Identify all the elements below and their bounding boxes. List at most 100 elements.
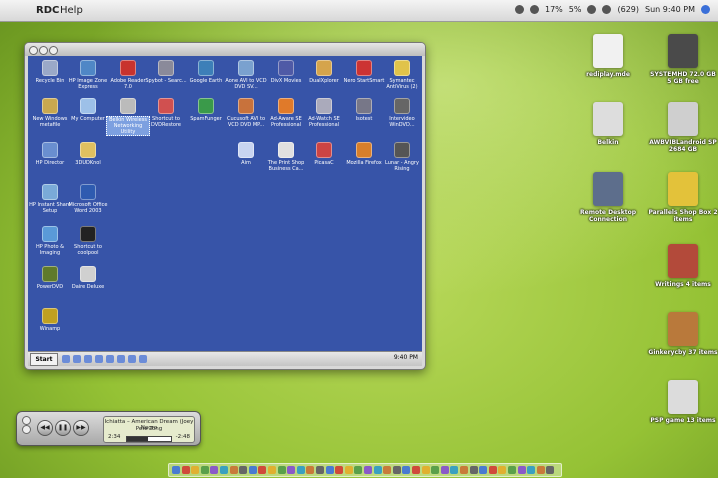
dock-app-icon[interactable]	[325, 466, 334, 474]
dock-app-icon[interactable]	[460, 466, 468, 474]
dock-app-icon[interactable]	[508, 466, 516, 474]
quicklaunch-ie-icon[interactable]	[84, 355, 92, 363]
xp-icon-aone-avi[interactable]: Aone AVI to VCD DVD SV...	[224, 60, 268, 90]
mac-icon-psp-game[interactable]: PSP game 13 items	[648, 380, 718, 424]
dock-app-icon[interactable]	[392, 466, 401, 474]
now-playing-display[interactable]: Ichiatta – American Dream (Joey Negro Pe…	[103, 416, 195, 443]
xp-icon-daire-deluxe[interactable]: Daire Deluxe	[66, 266, 110, 290]
my-computer-icon	[80, 98, 96, 114]
close-button[interactable]	[29, 46, 38, 55]
xp-icon-picasa[interactable]: PicasaC	[302, 142, 346, 166]
sync-icon[interactable]	[530, 5, 539, 14]
dock-app-icon[interactable]	[316, 466, 324, 474]
previous-track-button[interactable]: ◀◀	[37, 420, 53, 436]
dock-app-icon[interactable]	[402, 466, 411, 474]
xp-icon-windvd[interactable]: Intervideo WinDVD...	[380, 98, 424, 128]
dock-app-icon[interactable]	[181, 466, 190, 474]
dock-app-icon[interactable]	[527, 466, 536, 474]
dock-app-icon[interactable]	[210, 466, 219, 474]
quicklaunch-word-icon[interactable]	[117, 355, 125, 363]
mac-icon-writings[interactable]: Writings 4 items	[648, 244, 718, 288]
minimize-button[interactable]	[22, 425, 31, 434]
dock-app-icon[interactable]	[421, 466, 430, 474]
quicklaunch-folder-icon[interactable]	[128, 355, 136, 363]
dock-app-icon[interactable]	[431, 466, 440, 474]
dock-app-icon[interactable]	[354, 466, 363, 474]
xp-icon-spybot[interactable]: Spybot - Searc...	[144, 60, 188, 84]
xp-icon-lunar[interactable]: Lunar - Angry Rising	[380, 142, 424, 172]
mac-icon-systemhd[interactable]: SYSTEMHD 72.0 GB 5 GB free	[648, 34, 718, 85]
quicklaunch-media-icon[interactable]	[95, 355, 103, 363]
dock-app-icon[interactable]	[287, 466, 296, 474]
pause-button[interactable]: ❚❚	[55, 420, 71, 436]
mac-icon-remote-desktop[interactable]: Remote Desktop Connection	[573, 172, 643, 223]
xp-icon-aim[interactable]: Aim	[224, 142, 268, 166]
next-track-button[interactable]: ▶▶	[73, 420, 89, 436]
dock-app-icon[interactable]	[191, 466, 200, 474]
help-menu[interactable]: Help	[60, 5, 83, 16]
dock-app-icon[interactable]	[479, 466, 488, 474]
dock-app-icon[interactable]	[239, 466, 248, 474]
xp-icon-google-earth[interactable]: Google Earth	[184, 60, 228, 84]
dock-app-icon[interactable]	[229, 466, 238, 474]
dock-app-icon[interactable]	[373, 466, 382, 474]
dock-app-icon[interactable]	[546, 466, 555, 474]
zoom-button[interactable]	[49, 46, 58, 55]
mac-icon-rediplay[interactable]: rediplay.mde	[573, 34, 643, 78]
xp-icon-ad-watch[interactable]: Ad-Watch SE Professional	[302, 98, 346, 128]
quicklaunch-tools-icon[interactable]	[139, 355, 147, 363]
dock-app-icon[interactable]	[344, 466, 353, 474]
system-tray-clock[interactable]: 9:40 PM	[394, 354, 418, 361]
wifi-icon[interactable]	[587, 5, 597, 14]
close-button[interactable]	[22, 416, 31, 425]
dock-app-icon[interactable]	[364, 466, 372, 474]
user-icon[interactable]	[515, 5, 524, 14]
spotlight-icon[interactable]	[701, 5, 710, 14]
mac-icon-parallels-shop[interactable]: Parallels Shop Box 2 items	[648, 172, 718, 223]
dock-app-icon[interactable]	[412, 466, 420, 474]
quicklaunch-explorer-icon[interactable]	[73, 355, 81, 363]
quicklaunch-firefox-icon[interactable]	[106, 355, 114, 363]
start-button[interactable]: Start	[30, 353, 58, 366]
xp-icon-symantec[interactable]: Symantec AntiVirus (2)	[380, 60, 424, 90]
xp-icon-winamp[interactable]: Winamp	[28, 308, 72, 332]
progress-bar[interactable]	[126, 436, 172, 442]
dock-app-icon[interactable]	[258, 466, 267, 474]
xp-icon-coolpool[interactable]: Shortcut to coolpool	[66, 226, 110, 256]
mac-icon-ginkerycby[interactable]: Ginkerycby 37 items	[648, 312, 718, 356]
xp-icon-word-2003[interactable]: Microsoft Office Word 2003	[66, 184, 110, 214]
dock-app-icon[interactable]	[440, 466, 449, 474]
dock-app-icon[interactable]	[498, 466, 507, 474]
xp-icon-3dudknol[interactable]: 3DUDKnol	[66, 142, 110, 166]
dock-app-icon[interactable]	[383, 466, 392, 474]
dock-app-icon[interactable]	[172, 466, 180, 474]
xp-icon-my-computer[interactable]: My Computer	[66, 98, 110, 122]
dock-app-icon[interactable]	[220, 466, 228, 474]
mac-icon-awbvibl-drive[interactable]: AWBVIBLandroid SP 2684 GB	[648, 102, 718, 153]
dock-app-icon[interactable]	[268, 466, 276, 474]
xp-icon-cucusoft[interactable]: Cucusoft AVI to VCD DVD MP...	[224, 98, 268, 128]
dock-app-icon[interactable]	[536, 466, 545, 474]
dock-app-icon[interactable]	[306, 466, 315, 474]
menubar-clock[interactable]: Sun 9:40 PM	[645, 5, 695, 14]
dock-app-icon[interactable]	[296, 466, 305, 474]
dock-app-icon[interactable]	[248, 466, 257, 474]
minimize-button[interactable]	[39, 46, 48, 55]
battery-icon[interactable]	[602, 5, 612, 14]
xp-icon-hp-image-zone[interactable]: HP Image Zone Express	[66, 60, 110, 90]
dock-app-icon[interactable]	[450, 466, 459, 474]
dock-app-icon[interactable]	[488, 466, 497, 474]
xp-icon-spamfunger[interactable]: SpamFunger	[184, 98, 228, 122]
rdc-titlebar[interactable]	[25, 43, 425, 56]
dock-app-icon[interactable]	[517, 466, 526, 474]
dock-app-icon[interactable]	[335, 466, 344, 474]
quicklaunch-desktop-icon[interactable]	[62, 355, 70, 363]
app-menu-rdc[interactable]: RDC	[36, 5, 59, 16]
dock-app-icon[interactable]	[469, 466, 478, 474]
dock-app-icon[interactable]	[277, 466, 286, 474]
xp-icon-dvdrestore[interactable]: Shortcut to DVDRestore	[144, 98, 188, 128]
mac-icon-belkin[interactable]: Belkin	[573, 102, 643, 146]
xp-icon-dualxplorer[interactable]: DualXplorer	[302, 60, 346, 84]
icon-label: Intervideo WinDVD...	[389, 116, 415, 128]
dock-app-icon[interactable]	[200, 466, 209, 474]
